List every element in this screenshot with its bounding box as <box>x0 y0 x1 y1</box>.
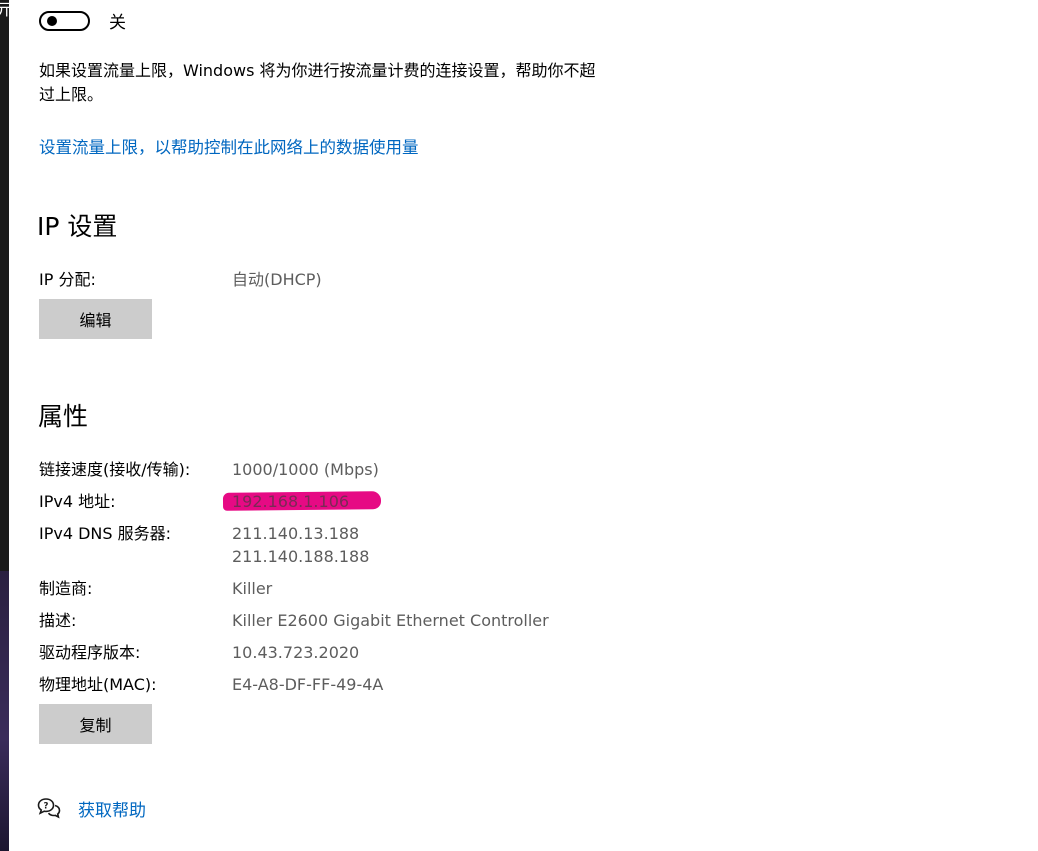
copy-properties-button[interactable]: 复制 <box>39 704 152 744</box>
dns-server-secondary: 211.140.188.188 <box>232 547 370 566</box>
ip-settings-heading: IP 设置 <box>37 212 118 241</box>
ip-assignment-label: IP 分配: <box>39 270 96 289</box>
background-window-glyph: 亓 <box>0 0 9 19</box>
driver-version-label: 驱动程序版本: <box>39 643 141 662</box>
dns-server-primary: 211.140.13.188 <box>232 524 360 543</box>
link-speed-value: 1000/1000 (Mbps) <box>232 460 379 479</box>
network-properties-page: 关 如果设置流量上限，Windows 将为你进行按流量计费的连接设置，帮助你不超… <box>9 0 1038 851</box>
ipv4-address-label: IPv4 地址: <box>39 492 116 511</box>
adapter-description-label: 描述: <box>39 611 77 630</box>
metered-connection-toggle[interactable] <box>39 11 90 31</box>
toggle-knob <box>47 16 57 26</box>
metered-description: 如果设置流量上限，Windows 将为你进行按流量计费的连接设置，帮助你不超过上… <box>39 61 596 104</box>
svg-text:?: ? <box>44 802 49 812</box>
ipv4-address-value-area: 192.168.1.106 <box>222 491 383 513</box>
dns-servers-label: IPv4 DNS 服务器: <box>39 524 172 543</box>
mac-address-value: E4-A8-DF-FF-49-4A <box>232 675 384 694</box>
manufacturer-label: 制造商: <box>39 579 93 598</box>
help-chat-icon[interactable]: ? <box>37 797 61 819</box>
adapter-description-value: Killer E2600 Gigabit Ethernet Controller <box>232 611 549 630</box>
ip-assignment-value: 自动(DHCP) <box>232 270 322 289</box>
mac-address-label: 物理地址(MAC): <box>39 675 157 694</box>
toggle-state-label: 关 <box>109 13 126 33</box>
link-speed-label: 链接速度(接收/传输): <box>39 460 191 479</box>
get-help-link[interactable]: 获取帮助 <box>78 799 146 823</box>
manufacturer-value: Killer <box>232 579 273 598</box>
set-data-limit-link[interactable]: 设置流量上限，以帮助控制在此网络上的数据使用量 <box>39 136 419 160</box>
ipv4-address-value: 192.168.1.106 <box>232 492 350 511</box>
background-window-edge: 亓 <box>0 0 9 851</box>
edit-ip-button[interactable]: 编辑 <box>39 299 152 339</box>
driver-version-value: 10.43.723.2020 <box>232 643 360 662</box>
background-wallpaper <box>0 571 9 851</box>
properties-heading: 属性 <box>38 402 89 431</box>
